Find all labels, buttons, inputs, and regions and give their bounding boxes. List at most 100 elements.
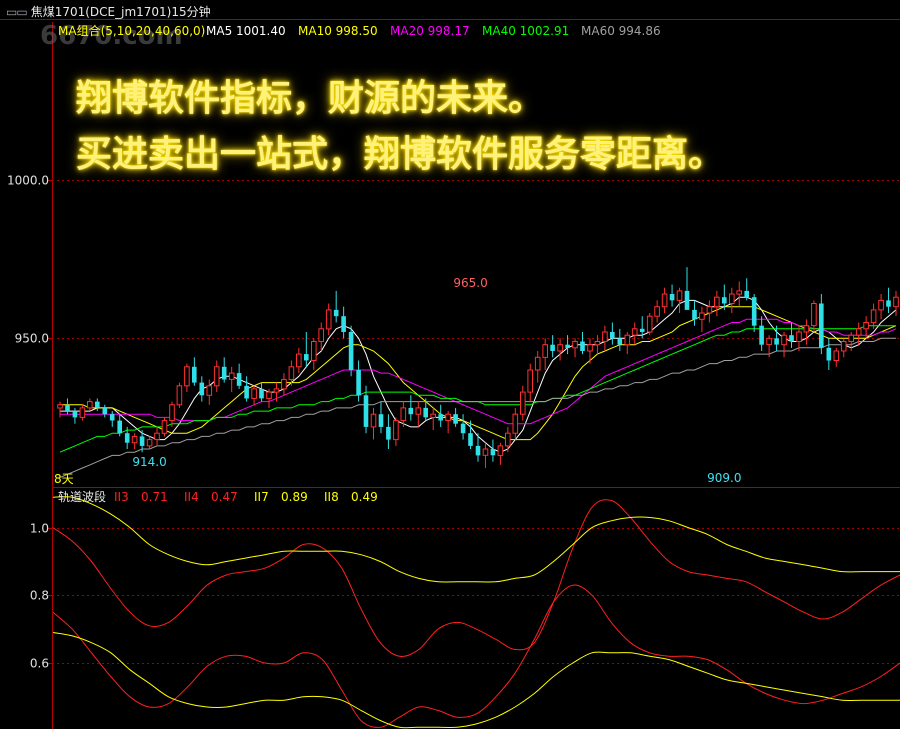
candle-body-up <box>855 328 862 336</box>
candle-body-down <box>692 309 697 320</box>
candle-body-up <box>863 322 869 330</box>
candle-body-up <box>602 331 608 342</box>
candle-body-up <box>318 328 324 342</box>
candle-body-down <box>460 423 466 434</box>
candle-body-down <box>490 449 496 456</box>
legend-ii3-value: 0.71 <box>141 490 168 504</box>
series-line-ii4 <box>52 584 900 728</box>
candle-body-up <box>131 435 138 444</box>
series-line-ii3 <box>52 499 900 657</box>
low-label: 909.0 <box>707 471 741 485</box>
candle-body-up <box>878 299 884 311</box>
candle-body-up <box>736 290 743 295</box>
candle-body-up <box>228 372 235 380</box>
sub-y-tick-label: 1.0 <box>30 522 49 536</box>
candle-body-up <box>661 293 668 308</box>
candle-body-down <box>386 426 391 440</box>
candle-body-down <box>221 366 227 380</box>
candle-body-up <box>646 315 653 333</box>
candle-body-up <box>594 341 601 346</box>
candle-body-down <box>378 414 384 427</box>
candle-body-up <box>251 388 257 399</box>
candle-body-up <box>893 296 899 308</box>
candle-body-down <box>244 385 249 399</box>
candle-body-up <box>699 312 705 320</box>
candle-body-up <box>288 366 295 380</box>
candle-body-up <box>572 341 578 349</box>
candle-body-up <box>206 385 213 396</box>
legend-ii4-label: II4 <box>184 490 199 504</box>
title-text: 焦煤1701(DCE_jm1701)15分钟 <box>30 5 211 19</box>
candle-body-up <box>811 303 817 327</box>
candle-body-up <box>311 341 317 361</box>
legend-ii8-value: 0.49 <box>351 490 378 504</box>
low-label: 914.0 <box>132 455 166 469</box>
candle-body-down <box>722 297 727 304</box>
candle-body-up <box>161 420 168 434</box>
candle-body-up <box>803 325 810 333</box>
candle-body-up <box>766 337 772 346</box>
candle-body-down <box>453 414 458 424</box>
candle-body-up <box>154 432 160 441</box>
candle-body-up <box>482 448 489 456</box>
candle-body-down <box>759 325 764 345</box>
candle-body-up <box>497 445 504 456</box>
candle-body-up <box>848 334 855 343</box>
candle-body-up <box>706 306 713 314</box>
window-icon: ▭▭ <box>6 5 28 19</box>
candle-body-up <box>781 334 787 346</box>
candle-body-down <box>192 366 197 383</box>
period-label: 8天 <box>54 472 74 486</box>
legend-ii7-value: 0.89 <box>281 490 308 504</box>
candle-body-up <box>587 344 593 352</box>
candle-body-up <box>176 385 183 406</box>
candle-body-up <box>393 420 399 441</box>
candle-body-down <box>684 290 690 310</box>
candle-body-up <box>266 391 272 399</box>
candle-body-up <box>714 296 720 308</box>
series-line-ii7 <box>52 496 900 583</box>
candle-body-down <box>610 332 615 339</box>
candle-body-down <box>65 404 70 412</box>
candle-body-down <box>826 347 832 361</box>
candle-body-down <box>236 373 242 386</box>
chart-title: ▭▭ 焦煤1701(DCE_jm1701)15分钟 <box>6 5 211 19</box>
candle-body-down <box>408 407 414 415</box>
high-label: 965.0 <box>453 276 487 290</box>
candle-body-down <box>333 309 339 317</box>
candle-body-up <box>281 378 287 390</box>
candle-body-up <box>833 350 840 361</box>
candle-body-down <box>259 388 264 399</box>
candle-body-down <box>580 341 585 351</box>
y-tick-label: 1000.0 <box>7 174 49 188</box>
candle-body-down <box>617 338 623 345</box>
candle-body-down <box>744 290 749 298</box>
sub-y-tick-label: 0.8 <box>30 589 49 603</box>
candle-body-down <box>438 414 443 421</box>
candle-body-down <box>789 335 794 342</box>
candle-body-up <box>169 404 175 422</box>
candle-body-up <box>87 401 93 409</box>
promo-banner-line1: 翔博软件指标，财源的未来。 <box>76 77 545 119</box>
candle-body-down <box>102 407 108 415</box>
candle-body-up <box>840 341 847 352</box>
indicator-name: 轨道波段 <box>58 490 107 504</box>
candle-body-up <box>512 413 519 434</box>
candle-body-down <box>751 297 757 326</box>
candle-body-up <box>213 366 220 387</box>
candle-body-down <box>774 338 779 345</box>
candle-body-up <box>273 388 280 393</box>
candle-body-down <box>117 420 122 434</box>
candle-body-up <box>430 413 436 418</box>
candle-body-up <box>557 344 563 352</box>
candle-body-down <box>72 411 78 418</box>
legend-ii7-label: II7 <box>254 490 269 504</box>
candle-body-down <box>669 294 675 301</box>
candle-body-down <box>550 344 555 351</box>
chart-window: 1000.0950.0914.0965.0909.0972.5940.01.00… <box>0 0 900 729</box>
candle-body-up <box>325 309 332 330</box>
candle-body-up <box>505 432 511 447</box>
candle-body-up <box>624 334 631 346</box>
candle-body-down <box>348 332 354 370</box>
candle-body-up <box>654 306 660 317</box>
